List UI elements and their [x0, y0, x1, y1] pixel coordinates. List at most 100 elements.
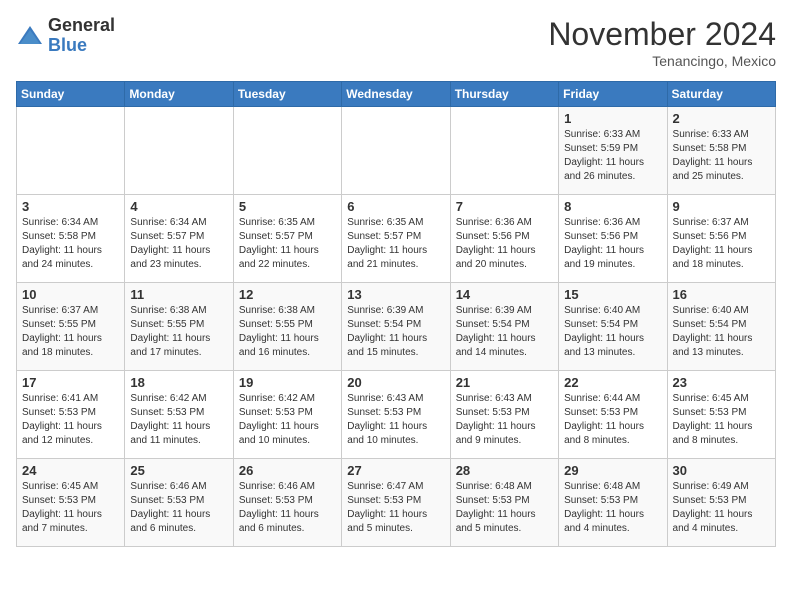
day-info: Sunrise: 6:45 AM Sunset: 5:53 PM Dayligh… [673, 392, 770, 448]
day-info: Sunrise: 6:39 AM Sunset: 5:54 PM Dayligh… [456, 304, 553, 360]
calendar-cell: 17 Sunrise: 6:41 AM Sunset: 5:53 PM Dayli… [17, 371, 125, 459]
day-info: Sunrise: 6:33 AM Sunset: 5:59 PM Dayligh… [564, 128, 661, 184]
logo-blue: Blue [48, 36, 115, 56]
calendar-header: SundayMondayTuesdayWednesdayThursdayFrid… [17, 82, 776, 107]
weekday-header: Thursday [450, 82, 558, 107]
calendar-cell: 14 Sunrise: 6:39 AM Sunset: 5:54 PM Dayli… [450, 283, 558, 371]
calendar-cell: 18 Sunrise: 6:42 AM Sunset: 5:53 PM Dayli… [125, 371, 233, 459]
calendar-cell: 4Sunrise: 6:34 AM Sunset: 5:57 PM Daylig… [125, 195, 233, 283]
calendar-week-row: 10 Sunrise: 6:37 AM Sunset: 5:55 PM Dayli… [17, 283, 776, 371]
calendar-cell: 27 Sunrise: 6:47 AM Sunset: 5:53 PM Dayli… [342, 459, 450, 547]
day-info: Sunrise: 6:43 AM Sunset: 5:53 PM Dayligh… [347, 392, 444, 448]
calendar-cell: 2Sunrise: 6:33 AM Sunset: 5:58 PM Daylig… [667, 107, 775, 195]
day-number: 6 [347, 199, 444, 214]
day-number: 2 [673, 111, 770, 126]
day-info: Sunrise: 6:48 AM Sunset: 5:53 PM Dayligh… [456, 480, 553, 536]
day-info: Sunrise: 6:44 AM Sunset: 5:53 PM Dayligh… [564, 392, 661, 448]
calendar-cell: 3 Sunrise: 6:34 AM Sunset: 5:58 PM Daylig… [17, 195, 125, 283]
day-info: Sunrise: 6:48 AM Sunset: 5:53 PM Dayligh… [564, 480, 661, 536]
day-info: Sunrise: 6:38 AM Sunset: 5:55 PM Dayligh… [239, 304, 336, 360]
day-number: 25 [130, 463, 227, 478]
day-info: Sunrise: 6:35 AM Sunset: 5:57 PM Dayligh… [347, 216, 444, 272]
location: Tenancingo, Mexico [548, 53, 776, 69]
day-number: 13 [347, 287, 444, 302]
calendar-cell: 10 Sunrise: 6:37 AM Sunset: 5:55 PM Dayli… [17, 283, 125, 371]
logo: General Blue [16, 16, 115, 56]
calendar-cell: 28 Sunrise: 6:48 AM Sunset: 5:53 PM Dayli… [450, 459, 558, 547]
calendar-cell: 23Sunrise: 6:45 AM Sunset: 5:53 PM Dayli… [667, 371, 775, 459]
day-info: Sunrise: 6:40 AM Sunset: 5:54 PM Dayligh… [564, 304, 661, 360]
calendar-cell: 9Sunrise: 6:37 AM Sunset: 5:56 PM Daylig… [667, 195, 775, 283]
day-number: 3 [22, 199, 119, 214]
day-info: Sunrise: 6:45 AM Sunset: 5:53 PM Dayligh… [22, 480, 119, 536]
day-info: Sunrise: 6:41 AM Sunset: 5:53 PM Dayligh… [22, 392, 119, 448]
calendar-cell [342, 107, 450, 195]
calendar-cell: 13 Sunrise: 6:39 AM Sunset: 5:54 PM Dayli… [342, 283, 450, 371]
day-info: Sunrise: 6:34 AM Sunset: 5:58 PM Dayligh… [22, 216, 119, 272]
calendar-cell: 12 Sunrise: 6:38 AM Sunset: 5:55 PM Dayli… [233, 283, 341, 371]
weekday-header: Monday [125, 82, 233, 107]
day-number: 14 [456, 287, 553, 302]
day-info: Sunrise: 6:42 AM Sunset: 5:53 PM Dayligh… [239, 392, 336, 448]
calendar-cell [17, 107, 125, 195]
day-number: 15 [564, 287, 661, 302]
day-info: Sunrise: 6:46 AM Sunset: 5:53 PM Dayligh… [239, 480, 336, 536]
day-info: Sunrise: 6:36 AM Sunset: 5:56 PM Dayligh… [456, 216, 553, 272]
calendar-cell [233, 107, 341, 195]
calendar-week-row: 1Sunrise: 6:33 AM Sunset: 5:59 PM Daylig… [17, 107, 776, 195]
logo-text: General Blue [48, 16, 115, 56]
day-number: 21 [456, 375, 553, 390]
day-info: Sunrise: 6:43 AM Sunset: 5:53 PM Dayligh… [456, 392, 553, 448]
day-info: Sunrise: 6:49 AM Sunset: 5:53 PM Dayligh… [673, 480, 770, 536]
calendar-cell: 5Sunrise: 6:35 AM Sunset: 5:57 PM Daylig… [233, 195, 341, 283]
calendar-cell: 11 Sunrise: 6:38 AM Sunset: 5:55 PM Dayli… [125, 283, 233, 371]
weekday-header: Sunday [17, 82, 125, 107]
calendar-cell: 7Sunrise: 6:36 AM Sunset: 5:56 PM Daylig… [450, 195, 558, 283]
day-number: 11 [130, 287, 227, 302]
day-number: 8 [564, 199, 661, 214]
weekday-header: Wednesday [342, 82, 450, 107]
day-number: 27 [347, 463, 444, 478]
day-number: 18 [130, 375, 227, 390]
logo-icon [16, 22, 44, 50]
day-info: Sunrise: 6:46 AM Sunset: 5:53 PM Dayligh… [130, 480, 227, 536]
day-info: Sunrise: 6:39 AM Sunset: 5:54 PM Dayligh… [347, 304, 444, 360]
calendar-cell: 26 Sunrise: 6:46 AM Sunset: 5:53 PM Dayli… [233, 459, 341, 547]
calendar-cell: 20 Sunrise: 6:43 AM Sunset: 5:53 PM Dayli… [342, 371, 450, 459]
calendar-cell: 19 Sunrise: 6:42 AM Sunset: 5:53 PM Dayli… [233, 371, 341, 459]
calendar-week-row: 17 Sunrise: 6:41 AM Sunset: 5:53 PM Dayli… [17, 371, 776, 459]
day-number: 9 [673, 199, 770, 214]
calendar-cell [125, 107, 233, 195]
calendar-cell: 25 Sunrise: 6:46 AM Sunset: 5:53 PM Dayli… [125, 459, 233, 547]
calendar-cell: 6 Sunrise: 6:35 AM Sunset: 5:57 PM Daylig… [342, 195, 450, 283]
day-number: 20 [347, 375, 444, 390]
day-number: 10 [22, 287, 119, 302]
day-info: Sunrise: 6:40 AM Sunset: 5:54 PM Dayligh… [673, 304, 770, 360]
calendar-cell: 24 Sunrise: 6:45 AM Sunset: 5:53 PM Dayli… [17, 459, 125, 547]
day-number: 12 [239, 287, 336, 302]
calendar-cell: 22Sunrise: 6:44 AM Sunset: 5:53 PM Dayli… [559, 371, 667, 459]
calendar-week-row: 24 Sunrise: 6:45 AM Sunset: 5:53 PM Dayli… [17, 459, 776, 547]
calendar-cell: 1Sunrise: 6:33 AM Sunset: 5:59 PM Daylig… [559, 107, 667, 195]
day-info: Sunrise: 6:47 AM Sunset: 5:53 PM Dayligh… [347, 480, 444, 536]
calendar-table: SundayMondayTuesdayWednesdayThursdayFrid… [16, 81, 776, 547]
day-info: Sunrise: 6:42 AM Sunset: 5:53 PM Dayligh… [130, 392, 227, 448]
day-number: 28 [456, 463, 553, 478]
day-number: 24 [22, 463, 119, 478]
day-number: 29 [564, 463, 661, 478]
calendar-cell: 29 Sunrise: 6:48 AM Sunset: 5:53 PM Dayli… [559, 459, 667, 547]
calendar-body: 1Sunrise: 6:33 AM Sunset: 5:59 PM Daylig… [17, 107, 776, 547]
calendar-week-row: 3 Sunrise: 6:34 AM Sunset: 5:58 PM Daylig… [17, 195, 776, 283]
title-block: November 2024 Tenancingo, Mexico [548, 16, 776, 69]
day-info: Sunrise: 6:36 AM Sunset: 5:56 PM Dayligh… [564, 216, 661, 272]
day-number: 17 [22, 375, 119, 390]
day-number: 26 [239, 463, 336, 478]
weekday-header: Saturday [667, 82, 775, 107]
weekday-header: Friday [559, 82, 667, 107]
calendar-cell: 16 Sunrise: 6:40 AM Sunset: 5:54 PM Dayli… [667, 283, 775, 371]
calendar-cell: 21 Sunrise: 6:43 AM Sunset: 5:53 PM Dayli… [450, 371, 558, 459]
day-number: 16 [673, 287, 770, 302]
day-info: Sunrise: 6:38 AM Sunset: 5:55 PM Dayligh… [130, 304, 227, 360]
day-info: Sunrise: 6:37 AM Sunset: 5:55 PM Dayligh… [22, 304, 119, 360]
day-number: 19 [239, 375, 336, 390]
